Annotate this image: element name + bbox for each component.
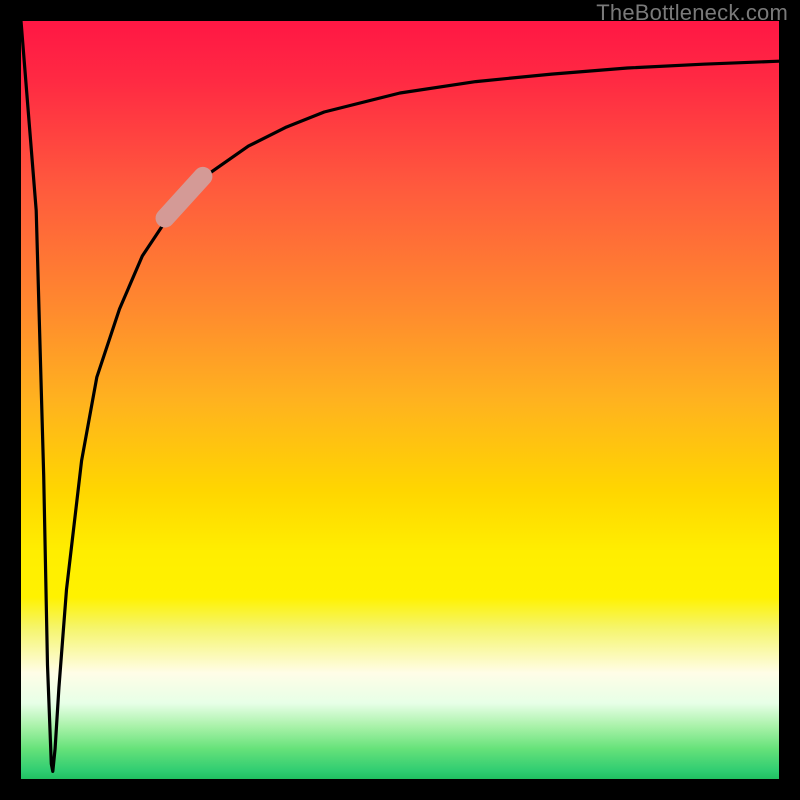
attribution-text: TheBottleneck.com: [596, 0, 788, 26]
chart-wrap: TheBottleneck.com: [0, 0, 800, 800]
highlight-segment: [165, 176, 203, 218]
curve-layer: [21, 21, 779, 779]
bottleneck-curve: [21, 21, 779, 771]
plot-area: [21, 21, 779, 779]
